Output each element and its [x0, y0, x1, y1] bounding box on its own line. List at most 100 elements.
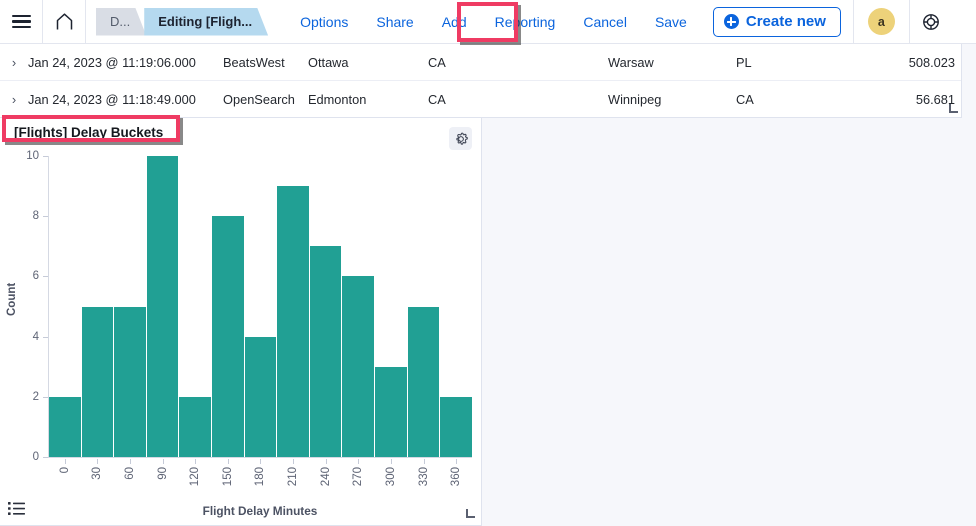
bar-0[interactable] — [49, 396, 81, 457]
x-axis-tick: 210 — [277, 459, 309, 505]
x-axis-tick-label: 180 — [254, 467, 267, 487]
x-axis-tick-label: 60 — [124, 467, 137, 480]
list-view-icon[interactable] — [8, 500, 28, 518]
bar-210[interactable] — [277, 186, 309, 457]
x-axis-tick-label: 330 — [417, 467, 430, 487]
bar-240[interactable] — [309, 246, 342, 457]
cell-timestamp: Jan 24, 2023 @ 11:19:06.000 — [28, 54, 196, 70]
nav-link-reporting[interactable]: Reporting — [481, 0, 570, 44]
x-axis-tick-label: 240 — [319, 467, 332, 487]
y-axis-tick: 8 — [2, 210, 48, 222]
table-row[interactable]: › Jan 24, 2023 @ 11:18:49.000 OpenSearch… — [0, 81, 961, 117]
x-axis-tick: 360 — [440, 459, 472, 505]
cell-origin-country: CA — [428, 91, 446, 107]
bar-330[interactable] — [407, 306, 440, 457]
x-axis-tick: 270 — [342, 459, 374, 505]
cell-dest-city: Warsaw — [608, 54, 654, 70]
plus-circle-icon — [723, 14, 739, 29]
breadcrumb-item-label: Editing [Fligh... — [158, 13, 253, 29]
avatar-wrapper: a — [854, 8, 909, 35]
cell-value: 508.023 — [908, 54, 955, 70]
x-axis-tick: 120 — [179, 459, 211, 505]
cell-destination: Warsaw PL — [608, 55, 908, 70]
bar-series — [49, 156, 472, 457]
x-axis-tick-label: 90 — [156, 467, 169, 480]
x-axis-tick-label: 210 — [287, 467, 300, 487]
y-axis-label: Count — [6, 282, 18, 316]
bar-270[interactable] — [342, 276, 375, 457]
y-axis-tick: 4 — [2, 331, 48, 343]
create-new-button[interactable]: Create new — [712, 6, 841, 37]
x-axis-line — [48, 457, 472, 458]
bar-60[interactable] — [114, 306, 146, 457]
x-axis-label: Flight Delay Minutes — [202, 504, 318, 518]
bar-90[interactable] — [146, 156, 179, 457]
breadcrumb-item-editing[interactable]: Editing [Fligh... — [144, 8, 268, 36]
panel-resize-handle-icon[interactable] — [466, 509, 475, 518]
x-axis-tick: 330 — [408, 459, 440, 505]
x-axis-tick-label: 360 — [450, 467, 463, 487]
cell-carrier: BeatsWest — [223, 54, 285, 70]
x-axis-ticks: 0 30 60 90 120 150 180 210 240 270 300 330 360 — [49, 459, 472, 505]
cell-dest-city: Winnipeg — [608, 91, 662, 107]
nav-link-save[interactable]: Save — [641, 0, 701, 44]
plot-area: 0 2 4 6 8 10 — [26, 150, 472, 463]
x-axis-tick-label: 270 — [352, 467, 365, 487]
x-axis-tick-label: 30 — [91, 467, 104, 480]
create-new-label: Create new — [745, 13, 826, 30]
histogram-plot: Count 0 2 4 6 8 10 0 30 60 90 120 150 180 210 240 270 3… — [0, 148, 482, 526]
x-axis-tick-label: 150 — [221, 467, 234, 487]
chevron-right-icon[interactable]: › — [0, 92, 28, 107]
x-axis-tick: 180 — [245, 459, 277, 505]
x-axis-tick: 90 — [147, 459, 179, 505]
x-axis-tick: 300 — [375, 459, 407, 505]
bar-360[interactable] — [440, 396, 472, 457]
cell-origin: Ottawa CA — [308, 55, 608, 70]
gear-icon[interactable] — [449, 127, 472, 150]
chart-panel: [Flights] Delay Buckets Count 0 2 4 6 8 10 03… — [0, 118, 482, 526]
help-ring-icon[interactable] — [910, 0, 952, 44]
cell-destination: Winnipeg CA — [608, 92, 908, 107]
table-row[interactable]: › Jan 24, 2023 @ 11:19:06.000 BeatsWest … — [0, 44, 961, 81]
x-axis-tick: 30 — [82, 459, 114, 505]
nav-divider — [85, 0, 86, 44]
avatar[interactable]: a — [867, 8, 895, 35]
nav-link-add[interactable]: Add — [428, 0, 481, 44]
x-axis-tick-label: 300 — [384, 467, 397, 487]
documents-table-panel: › Jan 24, 2023 @ 11:19:06.000 BeatsWest … — [0, 44, 962, 118]
cell-origin-country: CA — [428, 54, 446, 70]
cell-origin-city: Ottawa — [308, 54, 349, 70]
bar-300[interactable] — [375, 366, 407, 457]
breadcrumb-item-label: D... — [110, 13, 131, 29]
cell-timestamp: Jan 24, 2023 @ 11:18:49.000 — [28, 91, 196, 107]
bar-150[interactable] — [212, 216, 244, 457]
cell-origin: Edmonton CA — [308, 92, 608, 107]
y-axis-tick: 10 — [2, 150, 48, 162]
table-resize-handle-icon[interactable] — [949, 104, 958, 113]
nav-link-share[interactable]: Share — [362, 0, 427, 44]
y-axis-tick: 0 — [2, 451, 48, 463]
breadcrumb: D... Editing [Fligh... — [96, 8, 268, 36]
bar-180[interactable] — [244, 336, 277, 457]
hamburger-menu-icon[interactable] — [0, 0, 42, 44]
bar-30[interactable] — [81, 306, 114, 457]
x-axis-tick: 60 — [114, 459, 146, 505]
y-axis-tick: 6 — [2, 270, 48, 282]
top-navigation-bar: D... Editing [Fligh... Options Share Add… — [0, 0, 976, 44]
x-axis-tick-label: 120 — [189, 467, 202, 487]
x-axis-tick-label: 0 — [58, 467, 71, 474]
chevron-right-icon[interactable]: › — [0, 55, 28, 70]
cell-dest-country: PL — [736, 54, 752, 70]
x-axis-tick: 240 — [310, 459, 342, 505]
home-icon[interactable] — [43, 0, 85, 44]
breadcrumb-item-dashboard[interactable]: D... — [96, 8, 146, 36]
bar-120[interactable] — [179, 396, 212, 457]
y-axis-tick: 2 — [2, 391, 48, 403]
chart-title: [Flights] Delay Buckets — [14, 125, 164, 140]
nav-link-cancel[interactable]: Cancel — [569, 0, 641, 44]
cell-origin-city: Edmonton — [308, 91, 367, 107]
nav-link-options[interactable]: Options — [286, 0, 362, 44]
cell-dest-country: CA — [736, 91, 754, 107]
cell-carrier: OpenSearch — [223, 91, 295, 107]
x-axis-tick: 150 — [212, 459, 244, 505]
